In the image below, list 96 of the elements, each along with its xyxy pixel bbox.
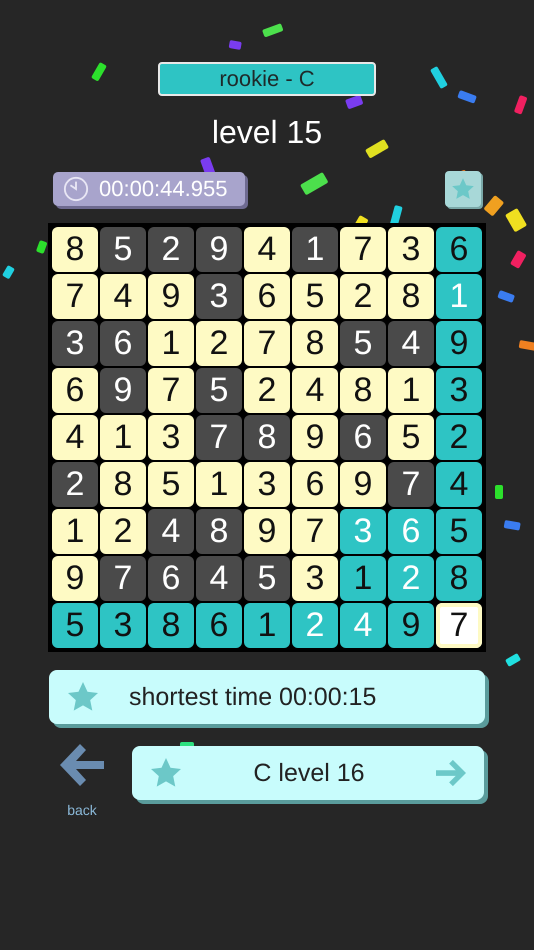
grid-cell[interactable]: 8: [52, 227, 98, 272]
grid-cell[interactable]: 4: [100, 274, 146, 319]
grid-cell[interactable]: 7: [196, 415, 242, 460]
grid-cell[interactable]: 8: [388, 274, 434, 319]
next-level-button[interactable]: C level 16: [132, 746, 484, 800]
elapsed-time: 00:00:44.955: [99, 176, 228, 202]
difficulty-label: rookie - C: [158, 62, 376, 96]
grid-cell[interactable]: 6: [340, 415, 386, 460]
grid-cell[interactable]: 5: [52, 603, 98, 648]
grid-cell[interactable]: 1: [388, 368, 434, 413]
grid-cell[interactable]: 4: [388, 321, 434, 366]
grid-cell[interactable]: 1: [340, 556, 386, 601]
grid-cell[interactable]: 1: [244, 603, 290, 648]
grid-cell[interactable]: 4: [292, 368, 338, 413]
grid-cell[interactable]: 5: [388, 415, 434, 460]
right-arrow-icon: [434, 758, 468, 788]
grid-cell[interactable]: 5: [436, 509, 482, 554]
back-arrow-icon[interactable]: [58, 742, 106, 788]
back-label: back: [67, 802, 97, 818]
grid-cell[interactable]: 6: [52, 368, 98, 413]
confetti-piece: [228, 40, 242, 50]
grid-cell[interactable]: 6: [100, 321, 146, 366]
grid-cell[interactable]: 8: [436, 556, 482, 601]
grid-cell[interactable]: 7: [100, 556, 146, 601]
grid-cell[interactable]: 2: [436, 415, 482, 460]
grid-cell[interactable]: 4: [436, 462, 482, 507]
grid-cell[interactable]: 9: [244, 509, 290, 554]
grid-cell[interactable]: 5: [100, 227, 146, 272]
star-button[interactable]: [445, 171, 481, 207]
confetti-piece: [2, 265, 15, 280]
grid-cell[interactable]: 6: [148, 556, 194, 601]
grid-cell[interactable]: 1: [100, 415, 146, 460]
grid-cell[interactable]: 2: [340, 274, 386, 319]
shortest-time-button[interactable]: shortest time 00:00:15: [49, 670, 485, 724]
grid-cell[interactable]: 8: [196, 509, 242, 554]
grid-cell[interactable]: 9: [340, 462, 386, 507]
grid-cell[interactable]: 8: [292, 321, 338, 366]
grid-cell[interactable]: 7: [244, 321, 290, 366]
grid-cell[interactable]: 7: [292, 509, 338, 554]
confetti-piece: [514, 95, 528, 115]
grid-cell[interactable]: 4: [196, 556, 242, 601]
grid-cell[interactable]: 3: [52, 321, 98, 366]
grid-cell[interactable]: 5: [292, 274, 338, 319]
grid-cell[interactable]: 9: [292, 415, 338, 460]
grid-cell[interactable]: 9: [436, 321, 482, 366]
grid-cell[interactable]: 9: [100, 368, 146, 413]
grid-cell[interactable]: 2: [196, 321, 242, 366]
confetti-piece: [495, 485, 503, 499]
grid-cell[interactable]: 7: [388, 462, 434, 507]
grid-cell[interactable]: 5: [340, 321, 386, 366]
grid-cell[interactable]: 9: [388, 603, 434, 648]
grid-cell[interactable]: 3: [196, 274, 242, 319]
confetti-piece: [505, 653, 522, 667]
grid-cell[interactable]: 8: [148, 603, 194, 648]
confetti-piece: [345, 94, 364, 110]
grid-cell[interactable]: 2: [52, 462, 98, 507]
confetti-piece: [504, 520, 521, 531]
grid-cell[interactable]: 2: [244, 368, 290, 413]
grid-cell[interactable]: 4: [52, 415, 98, 460]
grid-cell[interactable]: 3: [100, 603, 146, 648]
grid-cell[interactable]: 3: [436, 368, 482, 413]
confetti-piece: [457, 90, 477, 104]
grid-cell[interactable]: 6: [244, 274, 290, 319]
grid-cell[interactable]: 4: [148, 509, 194, 554]
grid-cell[interactable]: 9: [148, 274, 194, 319]
grid-cell[interactable]: 7: [148, 368, 194, 413]
grid-cell[interactable]: 2: [100, 509, 146, 554]
clock-icon: [63, 176, 89, 202]
level-title: level 15: [212, 114, 322, 151]
grid-cell[interactable]: 1: [196, 462, 242, 507]
grid-cell[interactable]: 3: [244, 462, 290, 507]
grid-cell[interactable]: 4: [244, 227, 290, 272]
grid-cell[interactable]: 1: [292, 227, 338, 272]
grid-cell[interactable]: 1: [52, 509, 98, 554]
grid-cell[interactable]: 9: [52, 556, 98, 601]
grid-cell[interactable]: 1: [148, 321, 194, 366]
grid-cell[interactable]: 6: [292, 462, 338, 507]
grid-cell[interactable]: 5: [196, 368, 242, 413]
grid-cell[interactable]: 7: [52, 274, 98, 319]
grid-cell[interactable]: 5: [148, 462, 194, 507]
grid-cell[interactable]: 3: [388, 227, 434, 272]
grid-cell[interactable]: 2: [148, 227, 194, 272]
grid-cell[interactable]: 7: [340, 227, 386, 272]
confetti-piece: [36, 240, 48, 254]
grid-cell[interactable]: 6: [196, 603, 242, 648]
grid-cell[interactable]: 8: [100, 462, 146, 507]
grid-cell[interactable]: 5: [244, 556, 290, 601]
grid-cell[interactable]: 9: [196, 227, 242, 272]
grid-cell[interactable]: 8: [244, 415, 290, 460]
grid-cell[interactable]: 8: [340, 368, 386, 413]
grid-cell[interactable]: 3: [292, 556, 338, 601]
confetti-piece: [497, 290, 516, 303]
grid-cell[interactable]: 7: [436, 603, 482, 648]
confetti-piece: [518, 340, 534, 351]
grid-cell[interactable]: 3: [148, 415, 194, 460]
grid-cell[interactable]: 6: [436, 227, 482, 272]
